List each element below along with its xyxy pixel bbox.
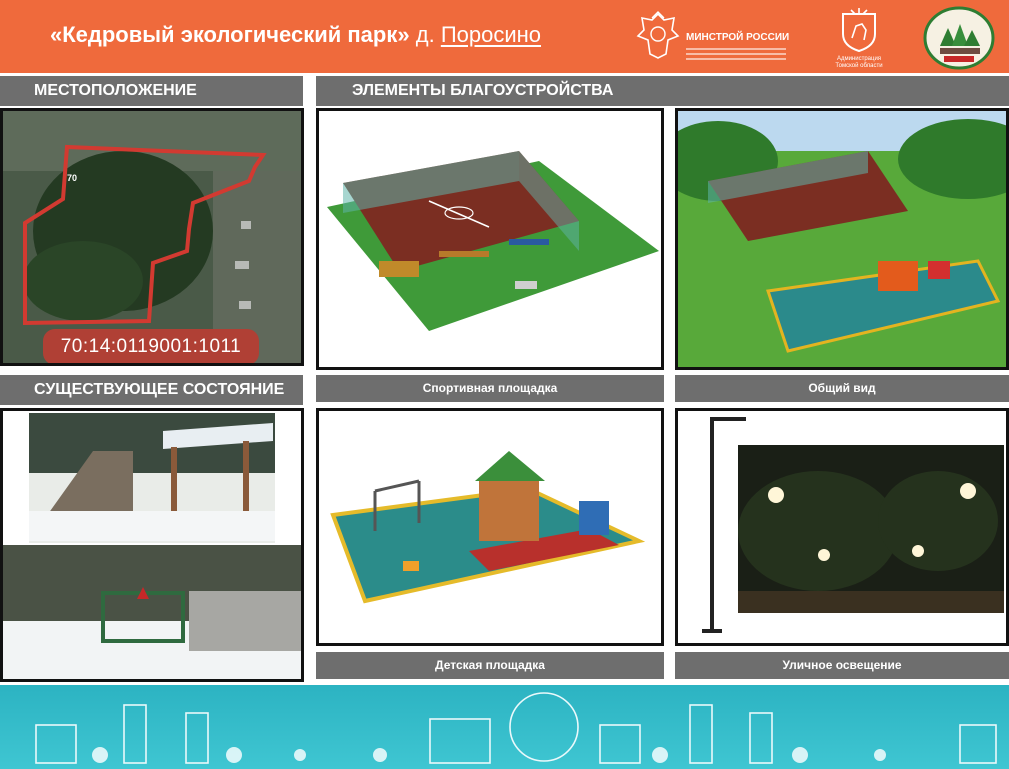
current-state-photos (0, 408, 304, 682)
admin-caption: Администрация Томской области (828, 56, 890, 70)
kids-playground-render (316, 408, 664, 646)
section-label-current-state-text: СУЩЕСТВУЮЩЕЕ СОСТОЯНИЕ (34, 381, 285, 398)
section-label-current-state: СУЩЕСТВУЮЩЕЕ СОСТОЯНИЕ (0, 375, 303, 405)
location-map: 70 70:14:0119001:1011 (0, 108, 304, 366)
caption-sports: Спортивная площадка (316, 375, 664, 402)
page-title: «Кедровый экологический парк» д. Поросин… (50, 22, 541, 48)
footer-city-banner (0, 685, 1009, 769)
sports-ground-render (316, 108, 664, 370)
ministry-logo: МИНСТРОЙ РОССИИ (636, 10, 806, 66)
admin-caption-line1: Администрация (836, 56, 882, 62)
admin-logo: Администрация Томской области (828, 8, 890, 70)
title-prefix: д. (415, 22, 435, 47)
kids-playground-image (330, 451, 646, 604)
city-skyline-illustration (35, 692, 997, 764)
eco-program-logo (922, 6, 996, 70)
caption-lighting: Уличное освещение (675, 652, 1009, 679)
caption-overview: Общий вид (675, 375, 1009, 402)
overview-render (675, 108, 1009, 370)
admin-caption-line2: Томской области (835, 63, 883, 69)
satellite-map-image (3, 111, 301, 363)
cadastral-number-badge: 70:14:0119001:1011 (43, 329, 259, 363)
eco-program-emblem-icon (923, 6, 995, 70)
caption-kids: Детская площадка (316, 652, 664, 679)
sports-ground-image (327, 151, 659, 331)
tomsk-coat-of-arms-icon (842, 8, 876, 52)
section-label-location: МЕСТОПОЛОЖЕНИЕ (0, 76, 303, 106)
ministry-title: МИНСТРОЙ РОССИИ (686, 32, 790, 43)
section-label-location-text: МЕСТОПОЛОЖЕНИЕ (34, 82, 197, 99)
section-label-elements: ЭЛЕМЕНТЫ БЛАГОУСТРОЙСТВА (316, 76, 1009, 106)
street-lighting-image (678, 411, 1006, 643)
title-park-name: «Кедровый экологический парк» (50, 22, 410, 47)
current-state-image (3, 411, 301, 679)
eagle-emblem-icon (636, 11, 680, 59)
ministry-subtitle-lines (686, 48, 786, 63)
map-marker-label: 70 (67, 173, 78, 183)
section-label-elements-text: ЭЛЕМЕНТЫ БЛАГОУСТРОЙСТВА (352, 82, 614, 99)
title-place: Поросино (440, 22, 542, 47)
overview-image (678, 111, 1006, 367)
street-lighting-render (675, 408, 1009, 646)
header-banner: «Кедровый экологический парк» д. Поросин… (0, 0, 1009, 73)
